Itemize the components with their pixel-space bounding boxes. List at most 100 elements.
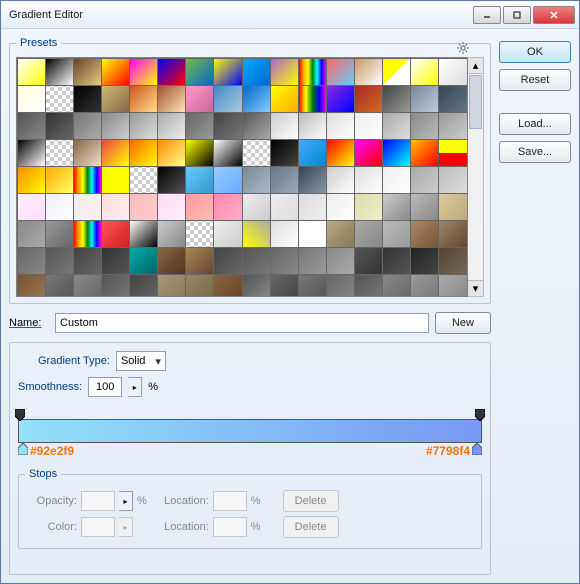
preset-swatch[interactable] [213,220,242,248]
preset-swatch[interactable] [185,139,214,167]
preset-swatch[interactable] [101,112,130,140]
preset-swatch[interactable] [73,166,102,194]
preset-swatch[interactable] [17,247,46,275]
preset-swatch[interactable] [185,220,214,248]
preset-swatch[interactable] [45,139,74,167]
preset-swatch[interactable] [354,166,383,194]
reset-button[interactable]: Reset [499,69,571,91]
preset-swatch[interactable] [270,220,299,248]
smoothness-input[interactable] [88,377,122,397]
maximize-button[interactable] [503,6,531,24]
preset-swatch[interactable] [242,274,271,298]
preset-swatch[interactable] [17,274,46,298]
preset-swatch[interactable] [242,85,271,113]
preset-swatch[interactable] [242,247,271,275]
scroll-thumb[interactable] [469,75,482,129]
preset-swatch[interactable] [129,139,158,167]
preset-swatch[interactable] [185,166,214,194]
preset-swatch[interactable] [157,247,186,275]
preset-swatch[interactable] [45,112,74,140]
preset-swatch[interactable] [410,247,439,275]
gradient-type-select[interactable]: Solid [116,351,166,371]
preset-swatch[interactable] [101,274,130,298]
preset-swatch[interactable] [298,247,327,275]
color-stop-right-icon[interactable] [472,443,482,458]
preset-swatch[interactable] [298,112,327,140]
preset-swatch[interactable] [185,85,214,113]
preset-swatch[interactable] [438,58,467,86]
scroll-track[interactable] [468,130,483,280]
preset-swatch[interactable] [129,247,158,275]
preset-swatch[interactable] [382,166,411,194]
preset-swatch[interactable] [326,166,355,194]
preset-swatch[interactable] [45,166,74,194]
preset-swatch[interactable] [354,85,383,113]
preset-swatch[interactable] [326,112,355,140]
preset-swatch[interactable] [326,247,355,275]
preset-swatch[interactable] [213,112,242,140]
preset-swatch[interactable] [410,85,439,113]
preset-swatch[interactable] [213,166,242,194]
scroll-down-icon[interactable]: ▾ [468,280,483,296]
preset-swatch[interactable] [17,58,46,86]
preset-swatch[interactable] [101,58,130,86]
preset-swatch[interactable] [326,274,355,298]
scroll-up-icon[interactable]: ▴ [468,58,483,74]
preset-swatch[interactable] [382,112,411,140]
preset-swatch[interactable] [382,220,411,248]
preset-swatch[interactable] [73,247,102,275]
preset-swatch[interactable] [157,85,186,113]
name-input[interactable] [55,313,429,333]
preset-swatch[interactable] [101,193,130,221]
new-button[interactable]: New [435,312,491,334]
preset-swatch[interactable] [129,274,158,298]
preset-swatch[interactable] [45,274,74,298]
preset-swatch[interactable] [270,58,299,86]
preset-swatch[interactable] [213,247,242,275]
preset-swatch[interactable] [326,58,355,86]
preset-swatch[interactable] [382,58,411,86]
preset-swatch[interactable] [270,166,299,194]
preset-swatch[interactable] [270,247,299,275]
opacity-stop-left[interactable] [15,409,25,419]
preset-swatch[interactable] [410,112,439,140]
preset-swatch[interactable] [157,112,186,140]
preset-swatch[interactable] [410,166,439,194]
opacity-stop-right[interactable] [475,409,485,419]
preset-swatch[interactable] [213,193,242,221]
preset-swatch[interactable] [17,112,46,140]
preset-swatch[interactable] [382,274,411,298]
preset-swatch[interactable] [157,139,186,167]
preset-swatch[interactable] [17,193,46,221]
preset-swatch[interactable] [354,247,383,275]
close-button[interactable] [533,6,575,24]
preset-swatch[interactable] [129,112,158,140]
preset-swatch[interactable] [438,274,467,298]
preset-swatch[interactable] [73,85,102,113]
preset-swatch[interactable] [298,274,327,298]
preset-swatch[interactable] [438,139,467,167]
preset-swatch[interactable] [438,247,467,275]
preset-swatch[interactable] [382,247,411,275]
preset-swatch[interactable] [17,85,46,113]
preset-swatch[interactable] [17,220,46,248]
preset-swatch[interactable] [438,193,467,221]
preset-swatch[interactable] [73,274,102,298]
minimize-button[interactable] [473,6,501,24]
preset-swatch[interactable] [270,274,299,298]
preset-swatch[interactable] [354,193,383,221]
preset-swatch[interactable] [157,58,186,86]
preset-swatch[interactable] [45,58,74,86]
preset-swatch[interactable] [17,166,46,194]
preset-swatch[interactable] [73,193,102,221]
preset-swatch[interactable] [298,220,327,248]
preset-swatch[interactable] [326,220,355,248]
preset-swatch[interactable] [298,193,327,221]
preset-swatch[interactable] [242,166,271,194]
gradient-bar[interactable] [18,419,482,443]
preset-swatch[interactable] [242,193,271,221]
preset-swatch[interactable] [326,139,355,167]
preset-swatch[interactable] [410,193,439,221]
preset-swatch[interactable] [242,58,271,86]
preset-swatch[interactable] [129,220,158,248]
